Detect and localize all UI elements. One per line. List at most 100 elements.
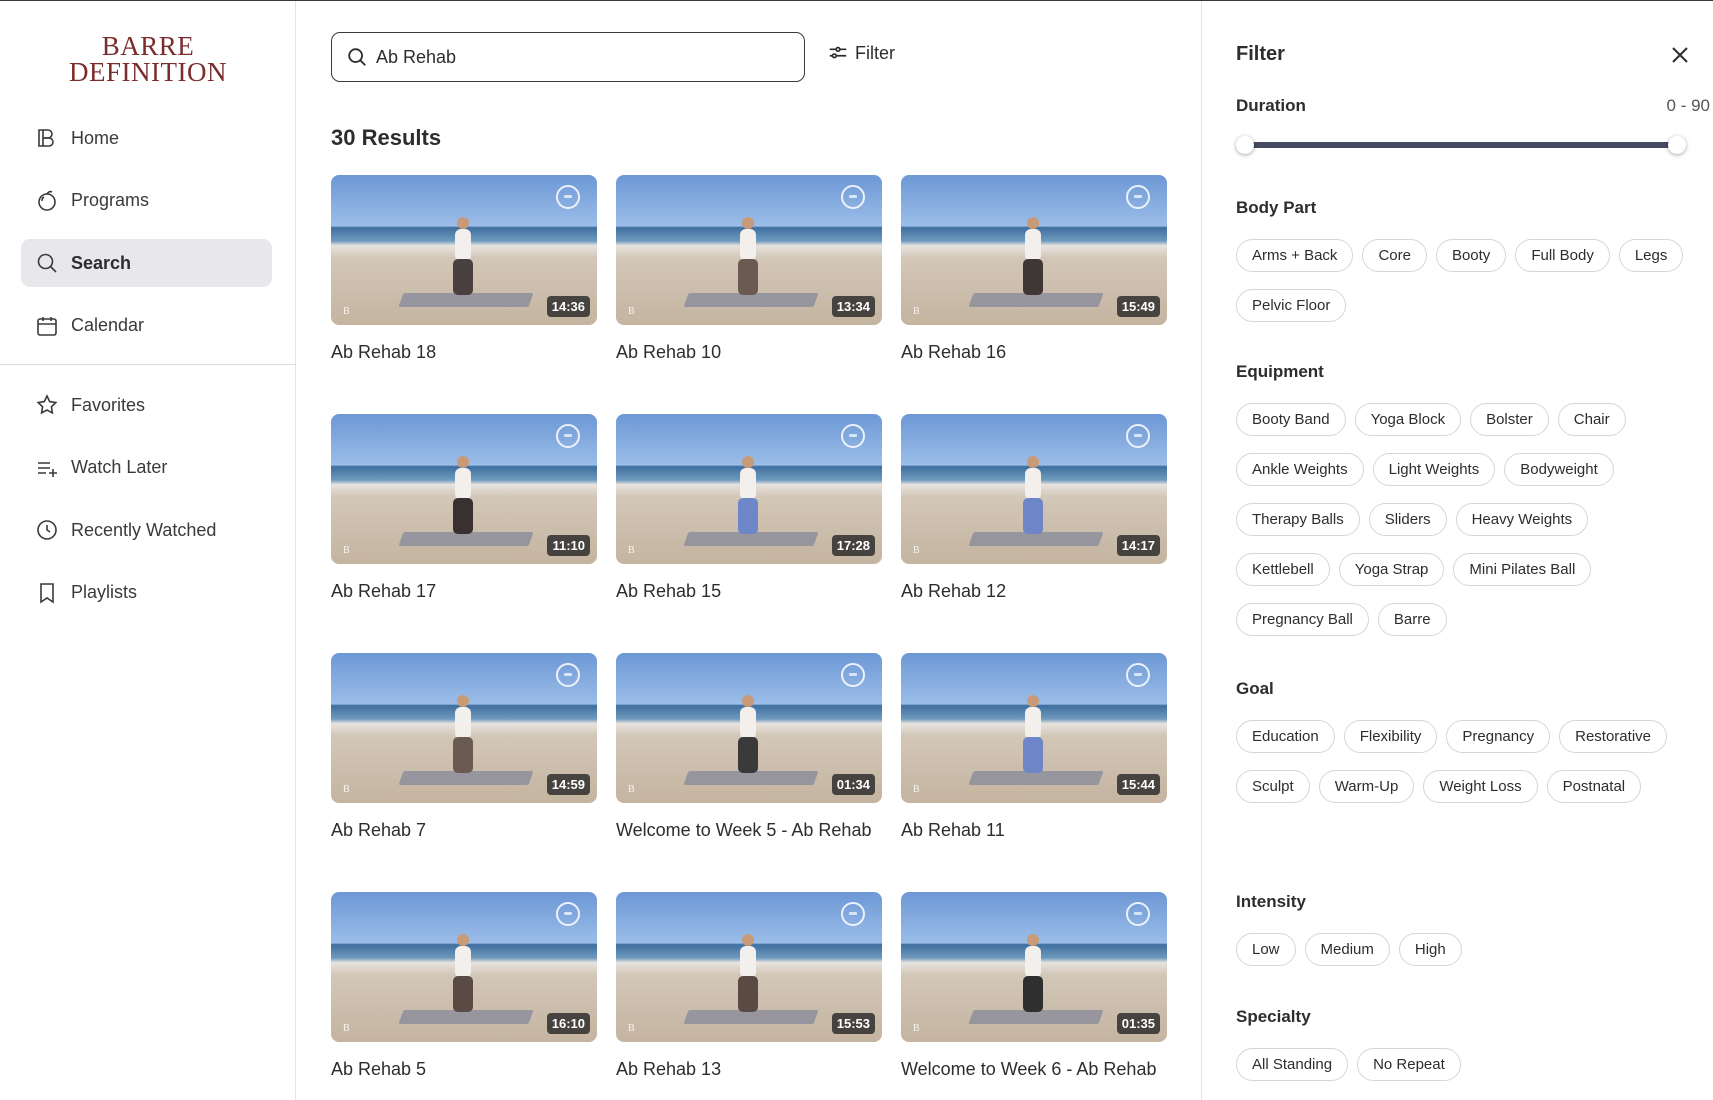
filter-chip[interactable]: Postnatal — [1546, 770, 1642, 803]
filter-chip[interactable]: Pregnancy — [1446, 720, 1551, 753]
filter-chip[interactable]: Weight Loss — [1423, 770, 1538, 803]
filter-chip[interactable]: Yoga Strap — [1338, 553, 1445, 586]
video-title[interactable]: Ab Rehab 18 — [331, 342, 597, 363]
video-duration: 01:34 — [831, 774, 875, 795]
video-title[interactable]: Welcome to Week 6 - Ab Rehab — [901, 1059, 1167, 1080]
video-title[interactable]: Ab Rehab 11 — [901, 820, 1167, 841]
filter-chip[interactable]: Pregnancy Ball — [1236, 603, 1369, 636]
filter-chip[interactable]: Pelvic Floor — [1236, 289, 1347, 322]
video-title[interactable]: Ab Rehab 15 — [616, 581, 882, 602]
video-thumbnail[interactable]: B 01:34 — [616, 653, 882, 803]
video-card[interactable]: B 15:53 Ab Rehab 13 — [616, 892, 882, 1100]
filter-chip[interactable]: Bolster — [1470, 403, 1549, 436]
filter-sliders-icon — [829, 46, 847, 59]
filter-chip[interactable]: Chair — [1557, 403, 1626, 436]
filter-chip[interactable]: No Repeat — [1357, 1048, 1461, 1081]
filter-chip[interactable]: Bodyweight — [1504, 453, 1614, 486]
video-thumbnail[interactable]: B 13:34 — [616, 175, 882, 325]
duration-slider-max-handle[interactable] — [1668, 136, 1686, 154]
filter-chip[interactable]: Full Body — [1515, 239, 1610, 272]
search-box[interactable] — [331, 32, 805, 82]
video-thumbnail[interactable]: B 15:44 — [901, 653, 1167, 803]
sidebar-item-home[interactable]: Home — [21, 114, 272, 162]
video-card[interactable]: B 11:10 Ab Rehab 17 — [331, 414, 597, 653]
video-thumbnail[interactable]: B 14:17 — [901, 414, 1167, 564]
filter-chip[interactable]: Kettlebell — [1236, 553, 1330, 586]
progress-ring-icon — [841, 424, 865, 448]
filter-chip[interactable]: Arms + Back — [1236, 239, 1354, 272]
filter-chip[interactable]: Booty — [1435, 239, 1507, 272]
video-thumbnail[interactable]: B 01:35 — [901, 892, 1167, 1042]
sidebar-item-playlists[interactable]: Playlists — [21, 569, 272, 617]
filter-chip[interactable]: Restorative — [1559, 720, 1667, 753]
watermark-logo-icon: B — [343, 784, 350, 795]
sidebar-item-favorites[interactable]: Favorites — [21, 381, 272, 429]
filter-chip[interactable]: All Standing — [1236, 1048, 1349, 1081]
filter-chip[interactable]: Warm-Up — [1318, 770, 1415, 803]
video-duration: 17:28 — [831, 535, 875, 556]
filter-chip[interactable]: Education — [1236, 720, 1335, 753]
video-card[interactable]: B 13:34 Ab Rehab 10 — [616, 175, 882, 414]
video-title[interactable]: Ab Rehab 7 — [331, 820, 597, 841]
chip-group: Arms + Back Core Booty Full Body Legs Pelvic … — [1236, 239, 1686, 322]
filter-section-equipment: Equipment Booty Band Yoga Block Bolster Chai… — [1236, 362, 1686, 636]
filter-chip[interactable]: Ankle Weights — [1236, 453, 1364, 486]
filter-chip[interactable]: Booty Band — [1236, 403, 1346, 436]
video-card[interactable]: B 01:35 Welcome to Week 6 - Ab Rehab — [901, 892, 1167, 1100]
video-card[interactable]: B 15:44 Ab Rehab 11 — [901, 653, 1167, 892]
video-card[interactable]: B 15:49 Ab Rehab 16 — [901, 175, 1167, 414]
filter-panel-title: Filter — [1236, 43, 1285, 65]
filter-chip[interactable]: Low — [1236, 933, 1296, 966]
video-card[interactable]: B 16:10 Ab Rehab 5 — [331, 892, 597, 1100]
watermark-logo-icon: B — [628, 784, 635, 795]
video-card[interactable]: B 01:34 Welcome to Week 5 - Ab Rehab — [616, 653, 882, 892]
sidebar-item-programs[interactable]: Programs — [21, 177, 272, 225]
filter-button[interactable]: Filter — [827, 42, 895, 64]
video-title[interactable]: Ab Rehab 5 — [331, 1059, 597, 1080]
filter-section-specialty: Specialty All Standing No Repeat — [1236, 1007, 1686, 1081]
video-card[interactable]: B 14:17 Ab Rehab 12 — [901, 414, 1167, 653]
filter-chip[interactable]: Yoga Block — [1354, 403, 1462, 436]
filter-chip[interactable]: Heavy Weights — [1455, 503, 1589, 536]
video-thumbnail[interactable]: B 14:36 — [331, 175, 597, 325]
duration-slider-min-handle[interactable] — [1236, 136, 1254, 154]
filter-chip[interactable]: Light Weights — [1372, 453, 1496, 486]
filter-chip[interactable]: Legs — [1618, 239, 1684, 272]
filter-section-title: Body Part — [1236, 198, 1317, 217]
search-input[interactable] — [376, 46, 776, 68]
filter-chip[interactable]: Therapy Balls — [1236, 503, 1360, 536]
video-thumbnail[interactable]: B 15:49 — [901, 175, 1167, 325]
duration-slider[interactable] — [1236, 133, 1686, 157]
video-title[interactable]: Ab Rehab 13 — [616, 1059, 882, 1080]
video-thumbnail[interactable]: B 17:28 — [616, 414, 882, 564]
search-icon — [348, 48, 366, 66]
filter-chip[interactable]: Core — [1362, 239, 1427, 272]
filter-chip[interactable]: Mini Pilates Ball — [1453, 553, 1592, 586]
filter-chip[interactable]: Flexibility — [1343, 720, 1438, 753]
video-card[interactable]: B 14:36 Ab Rehab 18 — [331, 175, 597, 414]
video-title[interactable]: Ab Rehab 12 — [901, 581, 1167, 602]
filter-chip[interactable]: Barre — [1377, 603, 1447, 636]
sidebar-item-watch-later[interactable]: Watch Later — [21, 444, 272, 492]
video-title[interactable]: Ab Rehab 17 — [331, 581, 597, 602]
video-title[interactable]: Ab Rehab 10 — [616, 342, 882, 363]
video-thumbnail[interactable]: B 11:10 — [331, 414, 597, 564]
watermark-logo-icon: B — [913, 306, 920, 317]
video-card[interactable]: B 17:28 Ab Rehab 15 — [616, 414, 882, 653]
brand-logo[interactable]: BARRE DEFINITION — [0, 33, 296, 86]
close-filter-button[interactable] — [1668, 43, 1692, 67]
sidebar-item-calendar[interactable]: Calendar — [21, 302, 272, 350]
filter-chip[interactable]: Medium — [1304, 933, 1390, 966]
sidebar-item-search[interactable]: Search — [21, 239, 272, 287]
filter-chip[interactable]: Sliders — [1368, 503, 1447, 536]
video-thumbnail[interactable]: B 15:53 — [616, 892, 882, 1042]
sidebar-item-recently-watched[interactable]: Recently Watched — [21, 506, 272, 554]
filter-chip[interactable]: Sculpt — [1236, 770, 1310, 803]
video-card[interactable]: B 14:59 Ab Rehab 7 — [331, 653, 597, 892]
filter-chip[interactable]: High — [1398, 933, 1462, 966]
instructor-figure — [443, 934, 483, 1014]
video-thumbnail[interactable]: B 14:59 — [331, 653, 597, 803]
video-thumbnail[interactable]: B 16:10 — [331, 892, 597, 1042]
video-title[interactable]: Welcome to Week 5 - Ab Rehab — [616, 820, 882, 841]
video-title[interactable]: Ab Rehab 16 — [901, 342, 1167, 363]
